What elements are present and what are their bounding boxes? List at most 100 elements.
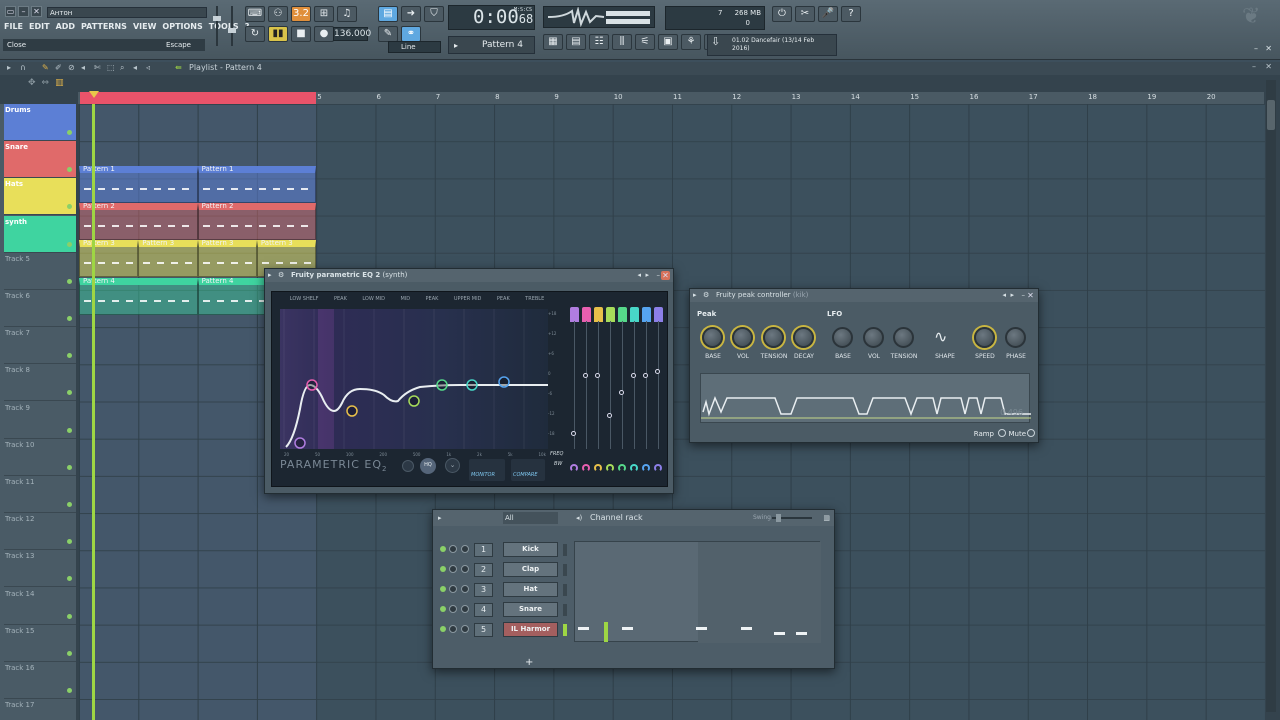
help-icon[interactable]: ? [841, 6, 861, 22]
lfo-knob[interactable] [893, 327, 914, 348]
track-mute-led[interactable] [67, 167, 72, 173]
track-header[interactable]: synth [4, 215, 76, 253]
playlist-menu-arrow-icon[interactable]: ▸ [7, 63, 11, 72]
eq-main-level-knob[interactable] [402, 460, 414, 472]
playlist-clip[interactable]: Pattern 3 [138, 240, 198, 278]
delete-tool-icon[interactable]: ⊘ [68, 63, 75, 72]
channel-name-button[interactable]: Snare [503, 602, 558, 617]
eq-fader-knob[interactable] [631, 373, 636, 378]
blend-notes-icon[interactable]: ⊞ [314, 6, 334, 22]
plugin-database-icon[interactable]: ⚘ [681, 34, 701, 50]
track-mute-led[interactable] [67, 650, 72, 656]
channel-select-indicator[interactable] [563, 624, 567, 636]
paint-tool-icon[interactable]: ✐ [55, 63, 62, 72]
piano-roll-preview[interactable] [574, 541, 821, 643]
channel-enable-led[interactable] [440, 606, 446, 612]
tools-icon[interactable]: ✂ [795, 6, 815, 22]
menu-edit[interactable]: EDIT [29, 22, 50, 34]
pencil-icon[interactable]: ✎ [378, 26, 398, 42]
playlist-clip[interactable]: Pattern 4 [79, 277, 198, 315]
link-icon[interactable]: ⚭ [401, 26, 421, 42]
channel-rack-icon[interactable]: ☷ [589, 34, 609, 50]
eq-compare-group[interactable]: COMPARE [511, 459, 545, 481]
channel-enable-led[interactable] [440, 586, 446, 592]
playlist-icon[interactable]: ▦ [543, 34, 563, 50]
eq-band-tag[interactable] [570, 307, 579, 322]
eq-band-tag[interactable] [618, 307, 627, 322]
eq-fader-knob[interactable] [571, 431, 576, 436]
track-header[interactable]: Track 16 [4, 662, 76, 699]
peak-knob[interactable] [702, 327, 723, 348]
playlist-clip[interactable]: Pattern 3 [79, 240, 139, 278]
vertical-scrollbar[interactable] [1266, 80, 1276, 712]
peak-knob[interactable] [763, 327, 784, 348]
playhead-marker-icon[interactable] [89, 91, 99, 98]
eq-fader-knob[interactable] [583, 373, 588, 378]
track-header[interactable]: Track 9 [4, 402, 76, 439]
eq-band-node[interactable] [306, 379, 318, 391]
step-edit-icon[interactable]: ➜ [401, 6, 421, 22]
playlist-clip[interactable]: Pattern 2 [197, 203, 317, 241]
eq-fader-knob[interactable] [595, 373, 600, 378]
track-mute-led[interactable] [67, 502, 72, 507]
playlist-clip[interactable]: Pattern 1 [79, 166, 198, 203]
speaker-icon[interactable]: ◃ [146, 63, 150, 72]
eq-graph[interactable]: +18 +12 +6 0 -6 -12 -18 20 50 100 200 500 1k 2k 5k 10k [280, 309, 556, 457]
pattern-counter-display[interactable]: 3.2 [291, 6, 311, 22]
channel-name-button[interactable]: Clap [503, 562, 558, 577]
app-close-icon[interactable]: ✕ [1265, 44, 1272, 53]
menu-add[interactable]: ADD [56, 22, 75, 34]
track-header[interactable]: Track 6 [4, 290, 76, 327]
typing-keyboard-icon[interactable]: ⌨ [245, 6, 265, 22]
eq-chevron-icon[interactable]: ⌄ [445, 458, 460, 473]
channel-pan-knob[interactable] [461, 585, 469, 593]
peak-menu-arrow-icon[interactable]: ▸ [693, 289, 697, 302]
lfo-knob[interactable] [1005, 327, 1026, 348]
track-header[interactable]: Snare [4, 141, 76, 179]
channel-select-indicator[interactable] [563, 584, 567, 596]
eq-band-tag[interactable] [582, 307, 591, 322]
channel-number[interactable]: 5 [474, 623, 493, 637]
slice-tool-icon[interactable]: ✄ [94, 63, 101, 72]
loop-region[interactable] [80, 92, 316, 104]
track-mute-led[interactable] [67, 576, 72, 582]
eq-band-tag[interactable] [630, 307, 639, 322]
news-panel[interactable]: ⇩ 01.02 Dancefair (13/14 Feb 2016) [707, 34, 837, 56]
eq-titlebar[interactable]: ▸ ⚙ Fruity parametric EQ 2 (synth) ◂ ▸ –… [265, 269, 673, 282]
track-header[interactable]: Track 5 [4, 253, 76, 290]
track-header[interactable]: Track 15 [4, 625, 76, 662]
track-header[interactable]: Drums [4, 104, 76, 141]
master-volume-slider[interactable] [213, 6, 221, 46]
channel-pan-knob[interactable] [461, 605, 469, 613]
channel-select-indicator[interactable] [563, 544, 567, 556]
time-display[interactable]: 0:0068 M:S:CS [448, 5, 535, 30]
scale-arrows-icon[interactable]: ✥ [28, 78, 36, 88]
scrollbar-thumb[interactable] [1267, 100, 1275, 130]
track-header[interactable]: Track 11 [4, 476, 76, 513]
eq-bandwidth-knob[interactable] [630, 464, 638, 472]
eq-band-node[interactable] [294, 437, 306, 449]
menu-patterns[interactable]: PATTERNS [81, 22, 127, 34]
channel-number[interactable]: 3 [474, 583, 493, 597]
eq-monitor-group[interactable]: MONITOR [469, 459, 505, 481]
menu-view[interactable]: VIEW [133, 22, 156, 34]
channel-select-indicator[interactable] [563, 564, 567, 576]
mute-tool-icon[interactable]: ◂ [81, 63, 85, 72]
channel-volume-knob[interactable] [449, 625, 457, 633]
eq-minimize-icon[interactable]: – [657, 269, 661, 282]
power-icon[interactable]: ⏻ [772, 6, 792, 22]
peak-titlebar[interactable]: ▸ ⚙ Fruity peak controller (kik) ◂ ▸ – ✕ [690, 289, 1038, 302]
eq-close-icon[interactable]: ✕ [661, 271, 670, 280]
track-mute-led[interactable] [67, 241, 72, 247]
metronome-wait-icon[interactable]: ♫ [337, 6, 357, 22]
track-mute-led[interactable] [67, 204, 72, 210]
track-header[interactable]: Track 12 [4, 513, 76, 551]
playlist-minimize-icon[interactable]: – [1252, 62, 1256, 71]
ramp-toggle[interactable] [998, 429, 1006, 437]
channel-enable-led[interactable] [440, 546, 446, 552]
peak-knob[interactable] [793, 327, 814, 348]
channel-volume-knob[interactable] [449, 545, 457, 553]
loop-icon[interactable]: ↻ [245, 26, 265, 42]
track-header[interactable]: Track 7 [4, 327, 76, 365]
lfo-knob[interactable] [974, 327, 995, 348]
